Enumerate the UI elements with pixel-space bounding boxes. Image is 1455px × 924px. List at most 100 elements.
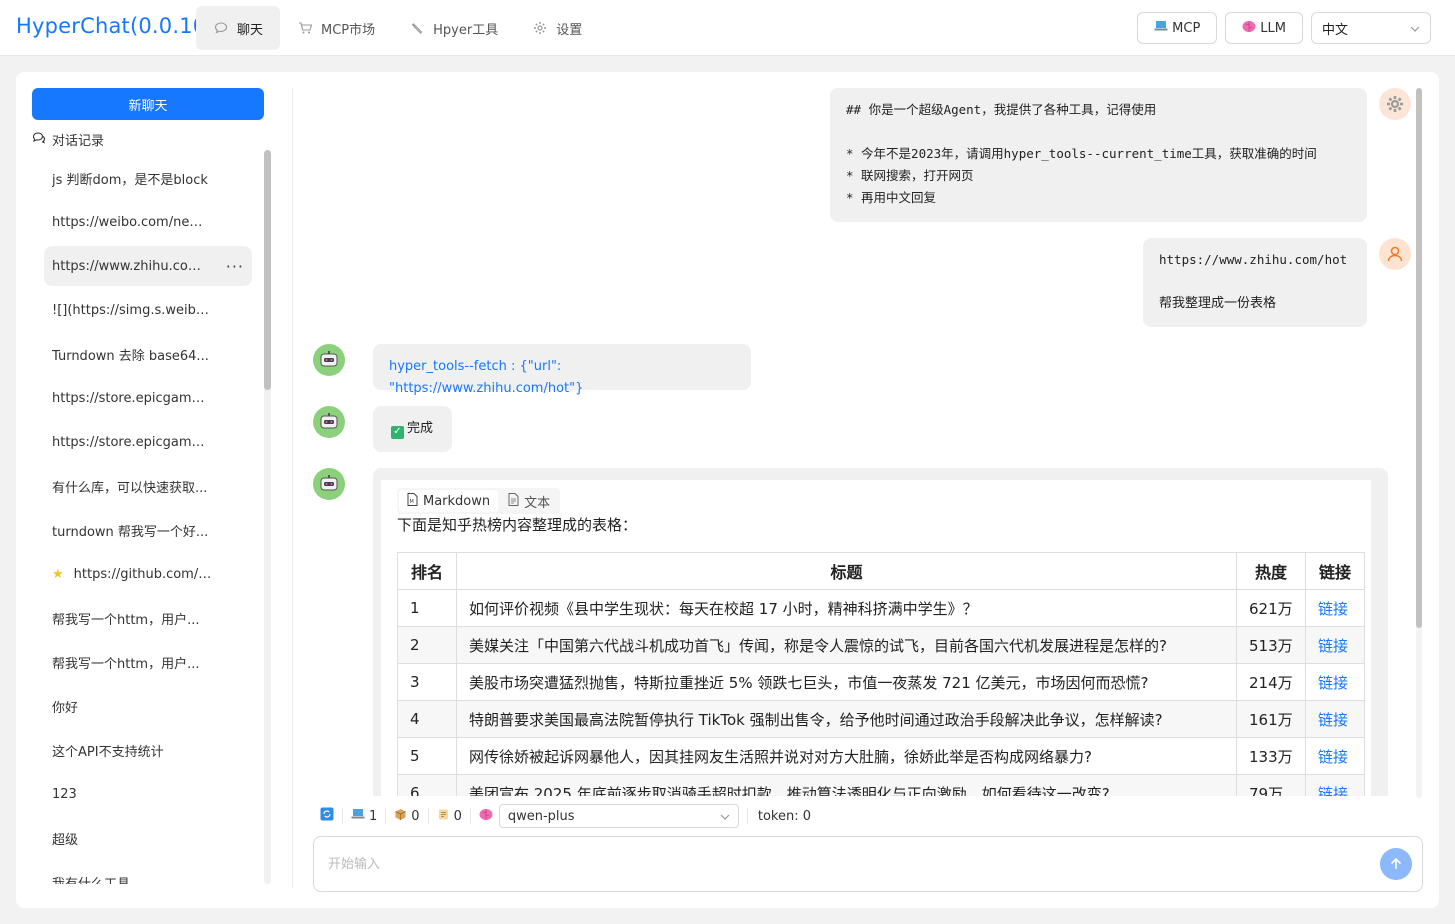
bot-avatar [313, 344, 345, 376]
model-select[interactable]: qwen-plus [498, 804, 739, 828]
link-cell[interactable]: 链接 [1305, 626, 1365, 664]
heat-cell: 214万 [1236, 663, 1306, 701]
sidebar-scrollbar[interactable] [264, 150, 271, 884]
tab-chat-label: 聊天 [237, 22, 264, 38]
tab-settings[interactable]: 设置 [515, 6, 599, 50]
svg-text:M: M [410, 499, 414, 505]
user-icon [1387, 246, 1403, 262]
rank-cell: 1 [397, 589, 457, 627]
refresh-button[interactable] [312, 807, 343, 824]
history-item[interactable]: https://store.epicgames.... [44, 422, 252, 462]
view-mode-toggle: M Markdown 文本 [397, 488, 561, 514]
link-cell[interactable]: 链接 [1305, 700, 1365, 738]
history-item[interactable]: turndown 帮我写一个好... [44, 510, 252, 550]
tool-call-text[interactable]: hyper_tools--fetch : {"url": "https://ww… [389, 359, 583, 396]
model-value: qwen-plus [507, 808, 575, 824]
brain-icon [479, 808, 493, 825]
more-icon[interactable]: ··· [226, 257, 244, 276]
wrench-icon [409, 20, 425, 36]
history-item[interactable]: 123 [44, 774, 252, 814]
history-item-label: turndown 帮我写一个好... [52, 524, 209, 540]
new-chat-button[interactable]: 新聊天 [32, 88, 264, 120]
mcp-count-value: 1 [369, 808, 378, 824]
link-cell[interactable]: 链接 [1305, 589, 1365, 627]
top-bar: HyperChat(0.0.10) 聊天 MCP市场 Hpyer工具 设置 MC… [0, 0, 1455, 56]
system-prompt-bubble: ## 你是一个超级Agent，我提供了各种工具，记得使用 * 今年不是2023年… [830, 88, 1367, 222]
link-cell[interactable]: 链接 [1305, 737, 1365, 775]
robot-icon [320, 413, 338, 429]
history-item[interactable]: 你好 [44, 686, 252, 726]
history-item-label: https://store.epicgames.... [52, 390, 212, 406]
header-link: 链接 [1305, 552, 1365, 590]
link-cell[interactable]: 链接 [1305, 774, 1365, 796]
scroll-icon [437, 808, 450, 825]
brain-icon [1242, 20, 1256, 37]
history-item[interactable]: https://store.epicgames.... [44, 378, 252, 418]
table-row: 6 美团宣布 2025 年底前逐步取消骑手超时扣款，推动算法透明化与正向激励，如… [397, 774, 1365, 796]
title-cell: 网传徐娇被起诉网暴他人，因其挂网友生活照并说对对方大肚腩，徐娇此举是否构成网络暴… [456, 737, 1237, 775]
answer-intro: 下面是知乎热榜内容整理成的表格： [397, 516, 638, 534]
heat-cell: 133万 [1236, 737, 1306, 775]
tab-hyper-tools-label: Hpyer工具 [433, 22, 499, 38]
language-value: 中文 [1322, 22, 1349, 38]
table-header-row: 排名 标题 热度 链接 [397, 552, 1365, 590]
history-item[interactable]: Turndown 去除 base64... [44, 334, 252, 374]
history-item[interactable]: js 判断dom，是不是block [44, 158, 252, 198]
tab-hyper-tools[interactable]: Hpyer工具 [392, 6, 515, 50]
title-cell: 特朗普要求美国最高法院暂停执行 TikTok 强制出售令，给予他时间通过政治手段… [456, 700, 1237, 738]
history-item-label: ![](https://simg.s.weibo.c... [52, 302, 212, 318]
tool-call-bubble: hyper_tools--fetch : {"url": "https://ww… [373, 344, 751, 396]
history-item[interactable]: ![](https://simg.s.weibo.c... [44, 290, 252, 330]
markdown-tab[interactable]: M Markdown [399, 490, 499, 512]
user-message-url: https://www.zhihu.com/hot [1159, 252, 1348, 267]
send-button[interactable] [1380, 848, 1412, 880]
sidebar-scrollbar-thumb[interactable] [264, 150, 271, 390]
table-row: 3 美股市场突遭猛烈抛售，特斯拉重挫近 5% 领跌七巨头，市值一夜蒸发 721 … [397, 663, 1365, 701]
title-cell: 美股市场突遭猛烈抛售，特斯拉重挫近 5% 领跌七巨头，市值一夜蒸发 721 亿美… [456, 663, 1237, 701]
history-item[interactable]: 帮我写一个httm，用户... [44, 598, 252, 638]
check-icon: ✓ [391, 425, 404, 439]
title-cell: 美团宣布 2025 年底前逐步取消骑手超时扣款，推动算法透明化与正向激励，如何看… [456, 774, 1237, 796]
markdown-file-icon: M [407, 492, 418, 510]
heat-cell: 513万 [1236, 626, 1306, 664]
arrow-up-icon [1390, 857, 1402, 869]
system-prompt-text: ## 你是一个超级Agent，我提供了各种工具，记得使用 * 今年不是2023年… [846, 102, 1317, 205]
box-count[interactable]: 0 [386, 808, 429, 825]
chat-scrollbar[interactable] [1416, 88, 1422, 798]
package-icon [394, 808, 407, 825]
title-cell: 如何评价视频《县中学生现状：每天在校超 17 小时，精神科挤满中学生》？ [456, 589, 1237, 627]
message-input-box [313, 836, 1423, 892]
main-nav: 聊天 MCP市场 Hpyer工具 设置 [196, 6, 599, 50]
text-tab[interactable]: 文本 [500, 490, 558, 512]
mcp-button[interactable]: MCP [1137, 12, 1218, 44]
history-item-active[interactable]: https://www.zhihu.com/... ··· [44, 246, 252, 286]
history-item-wrap: ★ https://github.com/t... [52, 567, 212, 582]
history-item-label: 帮我写一个httm，用户... [52, 612, 200, 628]
history-item[interactable]: 有什么库，可以快速获取... [44, 466, 252, 506]
link-cell[interactable]: 链接 [1305, 663, 1365, 701]
chevron-down-icon [720, 809, 730, 824]
history-item[interactable]: https://weibo.com/newl... [44, 202, 252, 242]
history-item-label: 有什么库，可以快速获取... [52, 480, 208, 496]
chat-scrollbar-thumb[interactable] [1416, 88, 1422, 628]
message-input[interactable] [328, 853, 1328, 875]
star-icon: ★ [52, 566, 64, 582]
history-item[interactable]: 超级 [44, 818, 252, 858]
history-item-label: 123 [52, 786, 77, 802]
heat-cell: 161万 [1236, 700, 1306, 738]
history-item[interactable]: 帮我写一个httm，用户... [44, 642, 252, 682]
mcp-count[interactable]: 1 [343, 808, 387, 824]
tab-mcp-market[interactable]: MCP市场 [280, 6, 392, 50]
llm-button[interactable]: LLM [1225, 12, 1303, 44]
history-item-label: 我有什么工具 [52, 876, 131, 885]
robot-icon [320, 351, 338, 367]
tab-chat[interactable]: 聊天 [196, 6, 281, 50]
history-item-label: 这个API不支持统计 [52, 744, 164, 760]
language-select[interactable]: 中文 [1311, 12, 1431, 44]
gear-icon [1387, 96, 1403, 112]
scroll-count[interactable]: 0 [429, 808, 471, 824]
history-item[interactable]: 这个API不支持统计 [44, 730, 252, 770]
history-title: 对话记录 [32, 130, 104, 149]
history-item-starred[interactable]: ★ https://github.com/t... [44, 554, 252, 594]
history-item[interactable]: 我有什么工具 [44, 862, 252, 885]
